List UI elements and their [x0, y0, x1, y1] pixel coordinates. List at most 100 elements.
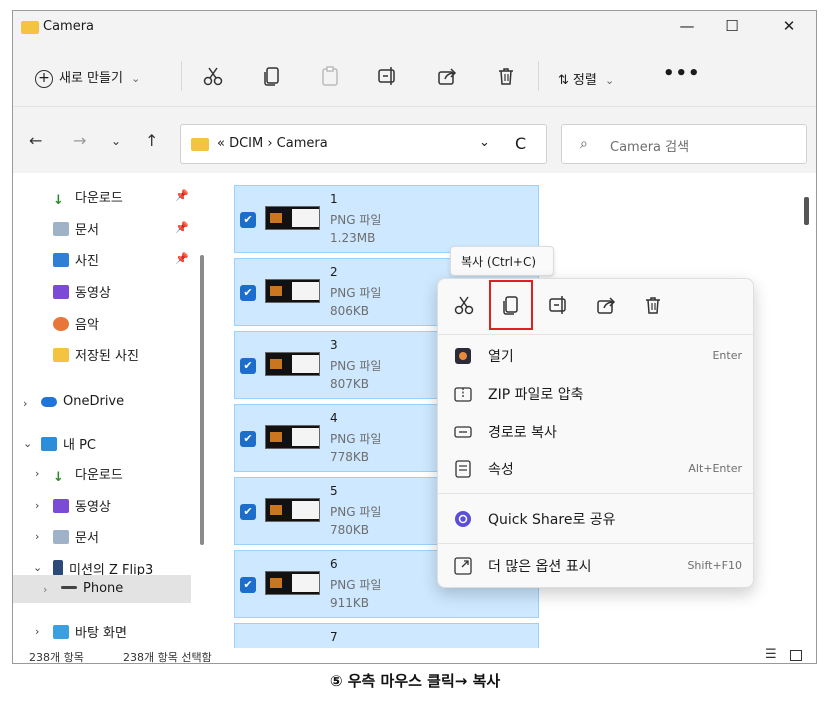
checkbox[interactable]: ✔	[240, 504, 256, 520]
new-button[interactable]: + 새로 만들기 ⌄	[35, 67, 140, 88]
sidebar-item-pictures[interactable]: 사진	[53, 250, 99, 269]
menu-item-label: 속성	[488, 462, 514, 478]
pin-icon: 📌	[175, 252, 189, 265]
file-type: PNG 파일	[330, 359, 382, 373]
sidebar-item-phone[interactable]: Phone	[61, 581, 123, 596]
details-view-icon[interactable]: ☰	[765, 647, 777, 662]
minimize-button[interactable]: —	[673, 17, 701, 39]
cut-icon[interactable]	[202, 65, 224, 87]
item-count: 238개 항목	[29, 651, 84, 664]
menu-item-more-options[interactable]: 더 많은 옵션 표시 Shift+F10	[452, 551, 742, 581]
more-options-button[interactable]: •••	[663, 63, 701, 84]
sidebar-item-desktop[interactable]: 바탕 화면	[53, 622, 127, 641]
sidebar-item-label: 문서	[75, 531, 99, 546]
menu-item-compress-zip[interactable]: ZIP 파일로 압축	[452, 379, 742, 409]
quick-share-icon	[455, 511, 471, 527]
file-size: 807KB	[330, 377, 370, 391]
chevron-right-icon[interactable]: ›	[23, 397, 27, 410]
document-icon	[53, 530, 69, 544]
address-bar[interactable]: « DCIM › Camera ⌄ C	[180, 124, 547, 164]
sidebar-item-videos[interactable]: 동영상	[53, 282, 111, 301]
paste-icon[interactable]	[319, 65, 341, 87]
tiles-view-icon[interactable]	[790, 650, 802, 661]
chevron-down-icon[interactable]: ⌄	[33, 561, 42, 574]
checkbox[interactable]: ✔	[240, 358, 256, 374]
chevron-down-icon: ⌄	[604, 74, 615, 87]
video-icon	[53, 499, 69, 513]
download-icon: ↓	[53, 470, 64, 485]
rename-icon[interactable]	[548, 294, 570, 316]
menu-item-open[interactable]: 열기 Enter	[452, 341, 742, 371]
breadcrumb[interactable]: « DCIM › Camera	[217, 136, 328, 151]
chevron-down-icon: ⌄	[131, 72, 141, 85]
image-thumbnail	[265, 498, 320, 522]
maximize-button[interactable]: ☐	[718, 17, 746, 39]
file-item[interactable]: ✔ 1 PNG 파일 1.23MB	[234, 185, 539, 253]
file-name: 6	[330, 557, 338, 571]
up-button[interactable]: ↑	[145, 131, 158, 150]
search-input[interactable]: ⌕ Camera 검색	[561, 124, 807, 164]
sidebar-item-pc-documents[interactable]: 문서	[53, 527, 99, 546]
menu-item-properties[interactable]: 속성 Alt+Enter	[452, 454, 742, 484]
toolbar-divider	[538, 61, 539, 91]
sidebar-item-downloads[interactable]: ↓ 다운로드	[53, 187, 123, 208]
cut-icon[interactable]	[453, 294, 475, 316]
sort-button[interactable]: ⇅ 정렬 ⌄	[558, 69, 614, 88]
context-menu: 열기 Enter ZIP 파일로 압축 경로로 복사 속성 Alt+Enter …	[437, 278, 754, 588]
recent-locations-button[interactable]: ⌄	[111, 134, 121, 148]
image-thumbnail	[265, 279, 320, 303]
file-size: 806KB	[330, 304, 370, 318]
delete-icon[interactable]	[495, 65, 517, 87]
sort-label: 정렬	[572, 73, 597, 88]
image-thumbnail	[265, 571, 320, 595]
sidebar-item-label: 다운로드	[75, 468, 123, 483]
delete-icon[interactable]	[642, 294, 664, 316]
menu-item-shortcut: Enter	[712, 349, 742, 362]
back-button[interactable]: ←	[29, 131, 42, 150]
share-icon[interactable]	[436, 65, 458, 87]
menu-item-label: Quick Share로 공유	[488, 512, 616, 528]
share-icon[interactable]	[595, 294, 617, 316]
chevron-right-icon[interactable]: ›	[35, 530, 39, 543]
chevron-right-icon[interactable]: ›	[35, 467, 39, 480]
chevron-down-icon[interactable]: ⌄	[479, 135, 490, 150]
sidebar-item-documents[interactable]: 문서	[53, 219, 99, 238]
phone-icon	[53, 560, 63, 576]
sidebar-item-pc-downloads[interactable]: ↓ 다운로드	[53, 464, 123, 485]
sidebar-item-saved-pictures[interactable]: 저장된 사진	[53, 345, 139, 364]
sidebar-item-label: OneDrive	[63, 394, 125, 409]
sidebar-scrollbar[interactable]	[200, 255, 204, 545]
chevron-down-icon[interactable]: ⌄	[23, 437, 32, 450]
menu-item-shortcut: Shift+F10	[687, 559, 742, 572]
file-size: 778KB	[330, 450, 370, 464]
step-caption: ⑤ 우측 마우스 클릭→ 복사	[329, 672, 501, 690]
sidebar-item-this-pc[interactable]: 내 PC	[41, 434, 96, 453]
chevron-right-icon[interactable]: ›	[35, 499, 39, 512]
folder-icon	[191, 138, 209, 151]
checkbox[interactable]: ✔	[240, 431, 256, 447]
checkbox[interactable]: ✔	[240, 285, 256, 301]
chevron-right-icon[interactable]: ›	[35, 625, 39, 638]
forward-button[interactable]: →	[73, 131, 86, 150]
image-thumbnail	[265, 425, 320, 449]
new-label: 새로 만들기	[59, 71, 123, 86]
file-type: PNG 파일	[330, 213, 382, 227]
pin-icon: 📌	[175, 189, 189, 202]
content-scrollbar[interactable]	[804, 197, 809, 225]
sidebar-item-pc-videos[interactable]: 동영상	[53, 496, 111, 515]
menu-item-copy-path[interactable]: 경로로 복사	[452, 417, 742, 447]
rename-icon[interactable]	[377, 65, 399, 87]
copy-path-icon	[454, 426, 472, 438]
checkbox[interactable]: ✔	[240, 212, 256, 228]
chevron-right-icon[interactable]: ›	[43, 583, 47, 596]
sidebar-item-music[interactable]: 음악	[53, 314, 99, 333]
desktop-icon	[53, 625, 69, 639]
sidebar-item-onedrive[interactable]: OneDrive	[41, 394, 124, 409]
highlight-box	[489, 280, 533, 330]
copy-icon[interactable]	[261, 65, 283, 87]
menu-item-quick-share[interactable]: Quick Share로 공유	[452, 504, 742, 534]
file-name: 2	[330, 265, 338, 279]
checkbox[interactable]: ✔	[240, 577, 256, 593]
close-button[interactable]: ✕	[775, 17, 803, 39]
refresh-button[interactable]: C	[515, 134, 526, 153]
